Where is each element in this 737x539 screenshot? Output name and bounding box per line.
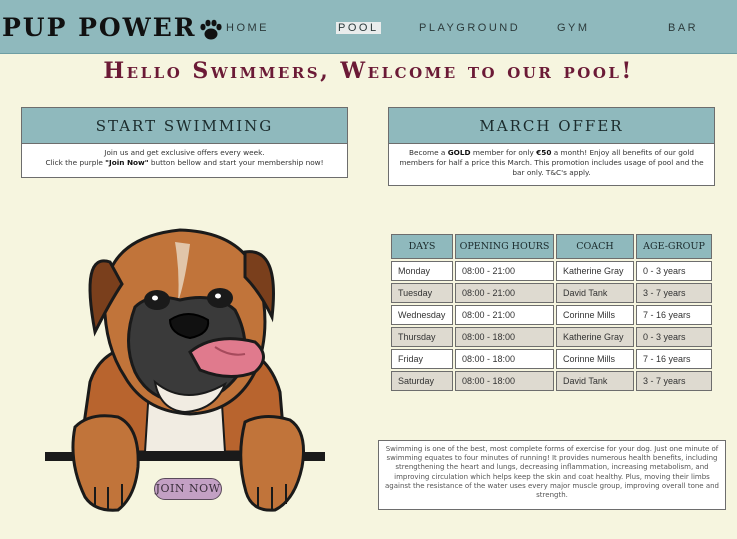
col-days: DAYS — [391, 234, 453, 259]
cell-day: Tuesday — [391, 283, 453, 303]
nav-home[interactable]: HOME — [226, 22, 269, 34]
cell-hours: 08:00 - 18:00 — [455, 349, 554, 369]
cell-age: 3 - 7 years — [636, 371, 712, 391]
cell-hours: 08:00 - 18:00 — [455, 371, 554, 391]
nav-pool[interactable]: POOL — [336, 22, 381, 34]
cell-coach: Corinne Mills — [556, 349, 634, 369]
offer-price: €50 — [536, 148, 552, 157]
cell-day: Saturday — [391, 371, 453, 391]
swimming-description: Swimming is one of the best, most comple… — [378, 440, 726, 510]
offer-pre: Become a — [409, 148, 448, 157]
line2-pre: Click the purple — [45, 158, 106, 167]
nav-bar[interactable]: BAR — [668, 22, 698, 34]
page-title: Hello Swimmers, Welcome to our pool! — [103, 58, 634, 84]
start-swimming-line2: Click the purple "Join Now" button bello… — [28, 158, 341, 168]
cell-age: 3 - 7 years — [636, 283, 712, 303]
top-navigation: PUP POWER HOME POOL PLAYGROUND GYM BAR — [0, 0, 737, 54]
cell-hours: 08:00 - 21:00 — [455, 283, 554, 303]
offer-gold: GOLD — [447, 148, 471, 157]
nav-gym[interactable]: GYM — [557, 22, 590, 34]
brand-name: PUP POWER — [2, 13, 197, 42]
start-swimming-text: Join us and get exclusive offers every w… — [22, 144, 347, 172]
cell-age: 7 - 16 years — [636, 349, 712, 369]
col-opening-hours: OPENING HOURS — [455, 234, 554, 259]
table-row: Wednesday 08:00 - 21:00 Corinne Mills 7 … — [391, 305, 712, 325]
join-now-button[interactable]: JOIN NOW — [154, 478, 222, 500]
start-swimming-card: START SWIMMING Join us and get exclusive… — [21, 107, 348, 178]
cell-coach: Katherine Gray — [556, 261, 634, 281]
col-age-group: AGE-GROUP — [636, 234, 712, 259]
start-swimming-title: START SWIMMING — [22, 108, 347, 144]
table-row: Tuesday 08:00 - 21:00 David Tank 3 - 7 y… — [391, 283, 712, 303]
table-row: Friday 08:00 - 18:00 Corinne Mills 7 - 1… — [391, 349, 712, 369]
march-offer-text: Become a GOLD member for only €50 a mont… — [389, 144, 714, 182]
nav-playground[interactable]: PLAYGROUND — [419, 22, 520, 34]
boxer-dog-illustration — [45, 228, 325, 512]
cell-hours: 08:00 - 21:00 — [455, 261, 554, 281]
table-row: Saturday 08:00 - 18:00 David Tank 3 - 7 … — [391, 371, 712, 391]
cell-coach: David Tank — [556, 283, 634, 303]
cell-coach: Katherine Gray — [556, 327, 634, 347]
cell-coach: Corinne Mills — [556, 305, 634, 325]
march-offer-title: MARCH OFFER — [389, 108, 714, 144]
table-row: Thursday 08:00 - 18:00 Katherine Gray 0 … — [391, 327, 712, 347]
line2-post: button bellow and start your membership … — [148, 158, 324, 167]
cell-day: Thursday — [391, 327, 453, 347]
cell-day: Monday — [391, 261, 453, 281]
march-offer-card: MARCH OFFER Become a GOLD member for onl… — [388, 107, 715, 186]
cell-hours: 08:00 - 21:00 — [455, 305, 554, 325]
table-row: Monday 08:00 - 21:00 Katherine Gray 0 - … — [391, 261, 712, 281]
schedule-table: DAYS OPENING HOURS COACH AGE-GROUP Monda… — [389, 232, 714, 393]
cell-day: Friday — [391, 349, 453, 369]
col-coach: COACH — [556, 234, 634, 259]
schedule-header-row: DAYS OPENING HOURS COACH AGE-GROUP — [391, 234, 712, 259]
cell-hours: 08:00 - 18:00 — [455, 327, 554, 347]
start-swimming-line1: Join us and get exclusive offers every w… — [104, 148, 265, 157]
brand-logo[interactable]: PUP POWER — [2, 13, 223, 42]
cell-age: 0 - 3 years — [636, 261, 712, 281]
paw-icon — [199, 19, 222, 39]
cell-coach: David Tank — [556, 371, 634, 391]
cell-day: Wednesday — [391, 305, 453, 325]
offer-mid: member for only — [470, 148, 537, 157]
join-now-mention: "Join Now" — [105, 158, 149, 167]
cell-age: 7 - 16 years — [636, 305, 712, 325]
cell-age: 0 - 3 years — [636, 327, 712, 347]
